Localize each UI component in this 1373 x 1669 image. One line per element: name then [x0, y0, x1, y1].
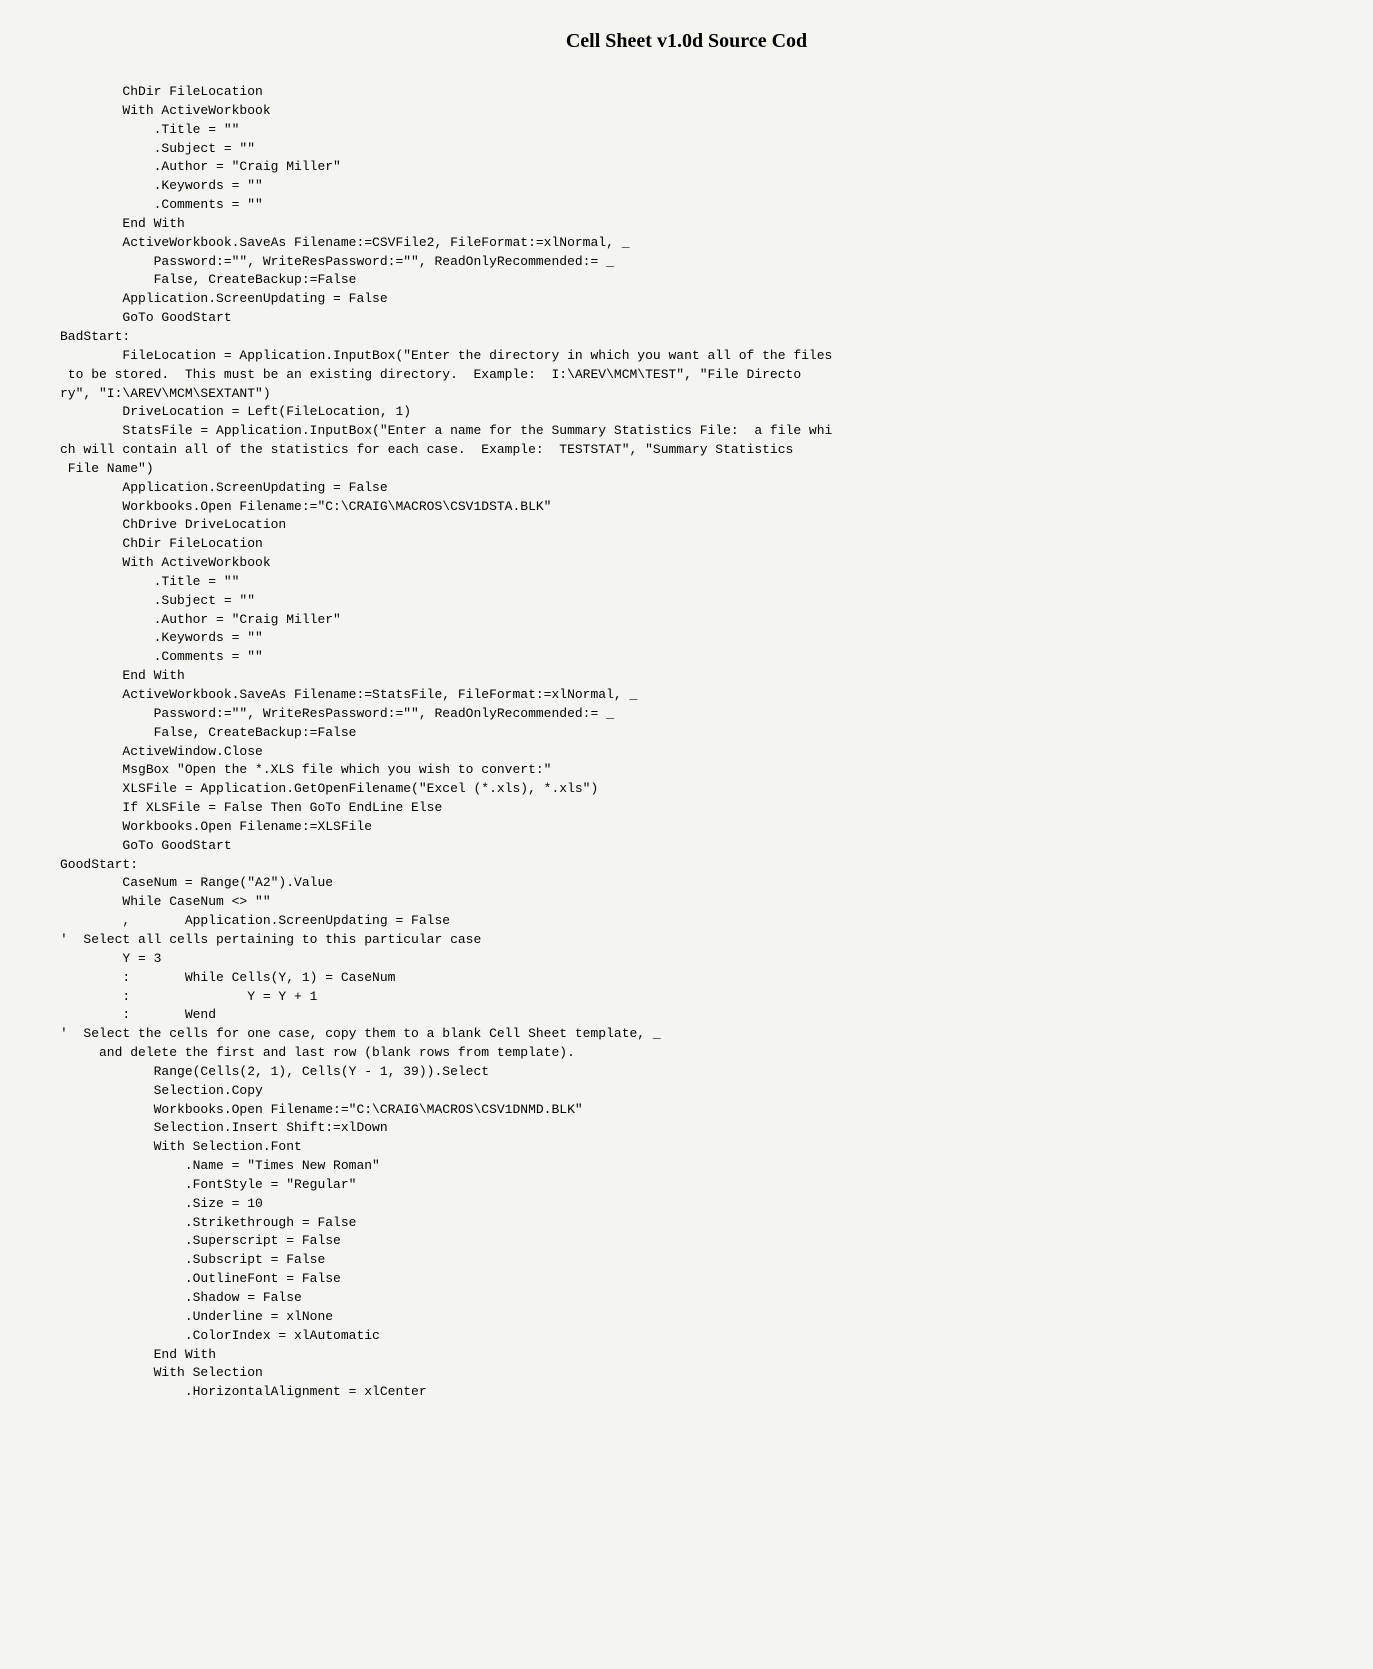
page-title: Cell Sheet v1.0d Source Cod [60, 30, 1313, 53]
source-code-block: ChDir FileLocation With ActiveWorkbook .… [60, 83, 1313, 1402]
page-container: Cell Sheet v1.0d Source Cod ChDir FileLo… [0, 0, 1373, 1669]
